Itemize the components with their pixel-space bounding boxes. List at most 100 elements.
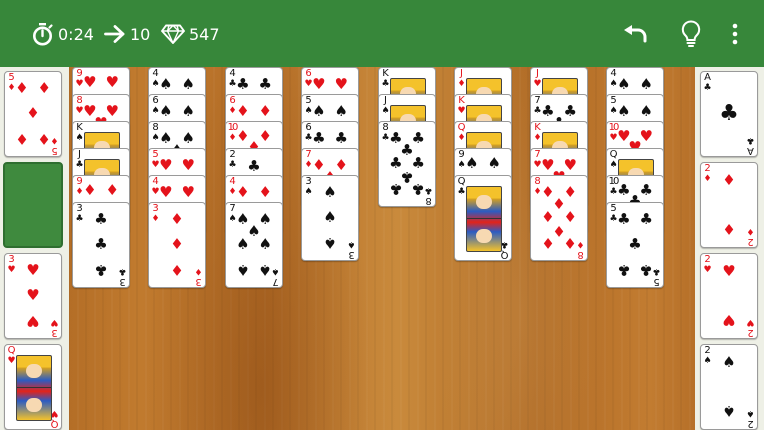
foundation-card[interactable]: 2 ♦ 2 ♦ ♦ ♦ [700, 162, 758, 248]
card-corner-index-bottom: 3 ♣ [118, 266, 127, 287]
card-rank: Q [7, 345, 16, 356]
card-pip: ♦ [722, 171, 736, 190]
card-suit: ♥ [533, 79, 542, 89]
undo-icon [624, 25, 647, 43]
card-corner-index: 2 ♣ [228, 150, 237, 171]
foundation-card[interactable]: 2 ♥ 2 ♥ ♥ ♥ [700, 253, 758, 339]
undo-button[interactable] [620, 18, 652, 50]
card-rank: Q [609, 149, 618, 160]
reserve-card[interactable]: 5 ♦ 5 ♦ ♦ ♦ ♦ ♦ ♦ [4, 71, 62, 157]
card-rank: 7 [272, 276, 279, 287]
card-rank: 3 [152, 203, 159, 214]
card-pip: ♠ [465, 154, 479, 173]
card-rank: K [382, 68, 389, 79]
card-corner-index: J ♠ [381, 95, 390, 117]
card-suit: ♣ [118, 266, 127, 276]
card-corner-index-bottom: 2 ♦ [746, 226, 755, 247]
card-suit: ♥ [7, 356, 16, 366]
card-rank: 2 [704, 163, 711, 174]
tableau-card[interactable]: 3 ♠ 3 ♠ ♠ ♠ ♠ [301, 175, 359, 261]
card-pip: ♦ [170, 235, 184, 253]
card-pip: ♠ [159, 101, 173, 120]
card-pip: ♦ [37, 130, 51, 149]
tableau-card[interactable]: 8 ♣ 8 ♣ ♣ ♣ ♣ ♣ ♣ ♣ ♣ ♣ [378, 121, 436, 207]
card-pip: ♠ [323, 234, 337, 253]
card-rank: 5 [51, 145, 58, 156]
card-pip: ♣ [334, 128, 348, 147]
card-corner-index: 3 ♦ [151, 203, 160, 225]
card-suit: ♣ [457, 187, 466, 197]
tableau-card[interactable]: 5 ♣ 5 ♣ ♣ ♣ ♣ ♣ ♣ [606, 202, 664, 288]
card-suit: ♦ [457, 133, 466, 143]
card-rank: J [78, 149, 81, 160]
foundation-card[interactable]: A ♣ A ♣ ♣ [700, 71, 758, 157]
tableau-card[interactable]: 7 ♠ 7 ♠ ♠ ♠ ♠ ♠ ♠ ♠ ♠ [225, 202, 283, 288]
card-suit: ♦ [533, 133, 542, 143]
card-pip: ♠ [312, 101, 326, 120]
tableau-card[interactable]: Q ♣ Q ♣ [454, 175, 512, 261]
card-pip: ♠ [181, 74, 195, 93]
tableau-card[interactable]: 8 ♦ 8 ♦ ♦ ♦ ♦ ♦ ♦ ♦ ♦ ♦ [530, 175, 588, 261]
card-suit: ♣ [381, 79, 390, 89]
card-pip: ♦ [258, 182, 272, 201]
card-rank: A [747, 145, 754, 156]
menu-button[interactable] [719, 18, 751, 50]
card-pip: ♦ [15, 130, 29, 149]
card-pip: ♦ [541, 234, 555, 253]
card-suit: ♦ [703, 174, 712, 184]
card-rank: 2 [747, 236, 754, 247]
card-rank: 3 [8, 254, 15, 265]
card-corner-index: Q ♥ [7, 345, 16, 367]
card-pip: ♣ [617, 261, 631, 280]
card-pip: ♠ [236, 235, 250, 253]
card-pip: ♣ [247, 157, 261, 176]
card-suit: ♦ [746, 226, 755, 236]
card-corner-index: Q ♦ [457, 123, 466, 144]
card-pip: ♠ [159, 74, 173, 93]
card-pip: ♠ [617, 101, 631, 120]
card-rank: 8 [577, 249, 584, 260]
diamond-gem-icon [161, 24, 185, 44]
card-pip: ♠ [258, 235, 272, 253]
empty-reserve-slot[interactable] [3, 162, 63, 248]
score-value: 547 [189, 24, 220, 44]
card-corner-index: 2 ♠ [703, 345, 712, 367]
card-suit: ♠ [609, 160, 618, 170]
card-corner-index-bottom: 3 ♠ [347, 239, 356, 260]
card-suit: ♠ [381, 106, 390, 116]
card-pip: ♠ [334, 101, 348, 120]
arrow-right-icon [104, 25, 125, 43]
card-rank: J [536, 68, 539, 79]
face-card-artwork [466, 186, 502, 252]
card-suit: ♣ [75, 160, 84, 170]
card-corner-index-bottom: 3 ♥ [50, 317, 59, 338]
card-suit: ♠ [304, 187, 313, 197]
card-pip: ♣ [312, 128, 326, 147]
card-pip: ♠ [236, 261, 250, 280]
card-pip: ♦ [170, 209, 184, 228]
tableau-card[interactable]: 3 ♦ 3 ♦ ♦ ♦ ♦ [148, 202, 206, 288]
card-corner-index-bottom: 2 ♥ [746, 317, 755, 338]
card-rank: 2 [704, 345, 711, 356]
hint-button[interactable] [675, 18, 707, 50]
card-pip: ♦ [236, 182, 250, 201]
card-pip: ♠ [639, 101, 653, 120]
card-rank: J [384, 95, 387, 106]
card-corner-index: K ♥ [457, 96, 466, 117]
foundation-card[interactable]: 2 ♠ 2 ♠ ♠ ♠ [700, 344, 758, 430]
reserve-card[interactable]: 3 ♥ 3 ♥ ♥ ♥ ♥ [4, 253, 62, 339]
card-corner-index-bottom: A ♣ [746, 135, 755, 156]
card-corner-index-bottom: 3 ♦ [194, 266, 203, 287]
card-corner-index: J ♥ [533, 68, 542, 90]
card-corner-index: Q ♠ [609, 149, 618, 171]
card-rank: 2 [704, 254, 711, 265]
card-pip: ♥ [83, 73, 97, 92]
tableau-card[interactable]: 3 ♣ 3 ♣ ♣ ♣ ♣ [72, 202, 130, 288]
reserve-card[interactable]: Q ♥ Q ♥ [4, 344, 62, 430]
card-pip: ♣ [719, 101, 739, 126]
card-pip: ♥ [159, 182, 173, 201]
card-corner-index-bottom: 2 ♠ [746, 408, 755, 429]
card-suit: ♠ [746, 408, 755, 418]
card-corner-index: K ♠ [75, 123, 84, 144]
card-rank: 3 [119, 276, 126, 287]
